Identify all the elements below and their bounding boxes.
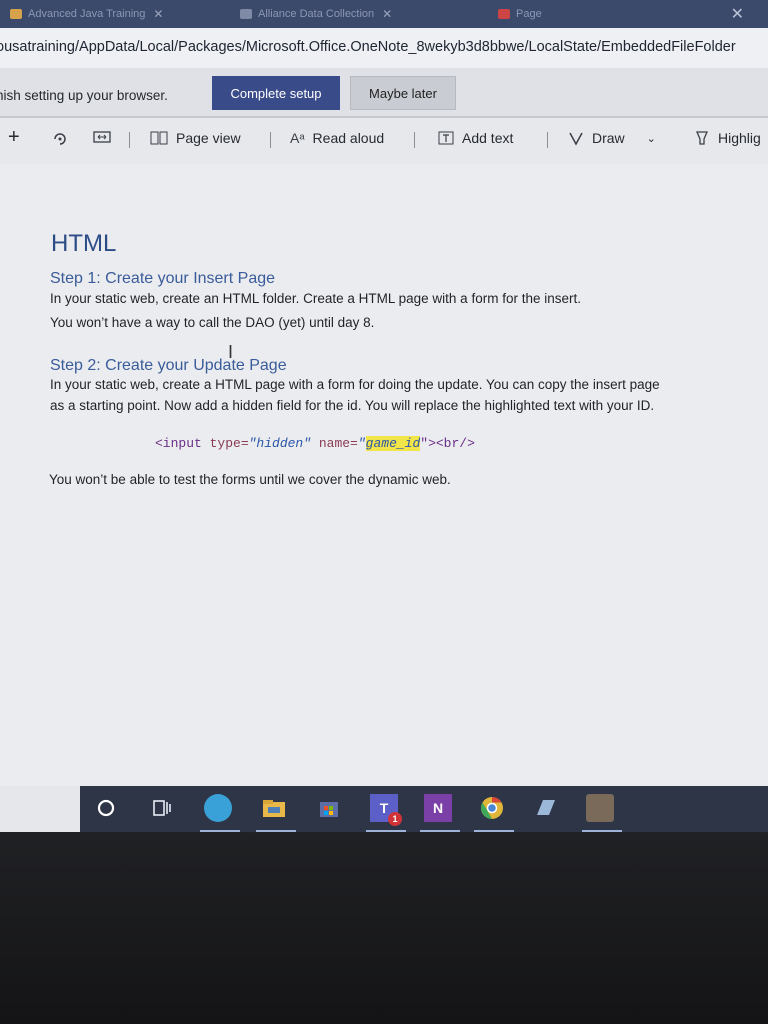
page-view-button[interactable]: Page view [150, 130, 241, 146]
code-tag-close: "><br/> [420, 436, 475, 451]
notification-badge: 1 [388, 812, 402, 826]
search-circle-icon [97, 799, 115, 817]
chrome-icon[interactable] [478, 794, 506, 822]
code-attr-name: name= [311, 436, 358, 451]
toolbar-divider [547, 132, 548, 148]
page-view-label: Page view [176, 130, 241, 146]
draw-label: Draw [592, 130, 625, 146]
complete-setup-button[interactable]: Complete setup [212, 76, 340, 110]
monitor-bezel [0, 832, 768, 1024]
taskbar: T 1 N [80, 786, 768, 832]
draw-button[interactable]: Draw ⌄ [568, 130, 656, 146]
footer-note: You won’t be able to test the forms unti… [49, 472, 451, 487]
tab-label: Page [516, 8, 542, 20]
toolbar-divider [129, 132, 130, 148]
file-explorer-icon[interactable] [260, 794, 288, 822]
edge-icon[interactable] [204, 794, 232, 822]
code-tag-open: <input [155, 436, 210, 451]
browser-tab[interactable]: Alliance Data Collection ✕ [240, 2, 490, 26]
highlighted-id-text: game_id [365, 436, 421, 451]
zoom-in-button[interactable]: + [8, 126, 20, 149]
teams-letter: T [379, 800, 389, 816]
pdf-icon [498, 9, 510, 19]
onenote-icon[interactable]: N [424, 794, 452, 822]
tab-favicon-icon [240, 9, 252, 19]
maybe-later-button[interactable]: Maybe later [350, 76, 456, 110]
add-text-button[interactable]: Add text [438, 130, 513, 146]
step1-text-line2: You won’t have a way to call the DAO (ye… [50, 315, 375, 330]
tab-label: Advanced Java Training [28, 8, 146, 20]
app-shape [537, 800, 555, 815]
step2-text-line1: In your static web, create a HTML page w… [50, 377, 660, 392]
step1-heading: Step 1: Create your Insert Page [50, 270, 276, 287]
store-bag-shape [320, 802, 338, 817]
highlight-label: Highlig [718, 130, 761, 146]
task-view-button[interactable] [148, 794, 176, 822]
reader-toolbar: + Page view Aᵃ Read aloud Add text Draw … [0, 118, 768, 165]
page-view-icon [150, 131, 168, 145]
browser-tab-active[interactable]: Page [498, 2, 618, 26]
toolbar-divider [414, 132, 415, 148]
code-quote: " [357, 436, 366, 451]
pen-icon [569, 132, 583, 146]
tab-close-icon[interactable]: ✕ [382, 7, 392, 21]
browser-tab-strip: Advanced Java Training ✕ Alliance Data C… [0, 0, 768, 28]
read-aloud-icon: Aᵃ [290, 130, 305, 146]
toolbar-divider [270, 132, 271, 148]
screen: Advanced Java Training ✕ Alliance Data C… [0, 0, 768, 832]
app-icon[interactable] [532, 794, 560, 822]
add-text-label: Add text [462, 130, 514, 146]
tab-label: Alliance Data Collection [258, 8, 375, 20]
address-bar[interactable]: ousatraining/AppData/Local/Packages/Micr… [0, 28, 768, 69]
task-view-icon [153, 800, 171, 816]
window-close-icon[interactable]: ✕ [731, 4, 744, 24]
code-snippet: <input type="hidden" name="game_id"><br/… [155, 436, 475, 451]
teams-icon[interactable]: T 1 [370, 794, 402, 826]
fit-page-button[interactable] [93, 130, 111, 144]
plus-icon: + [8, 126, 20, 148]
banner-message: nish setting up your browser. [0, 88, 168, 103]
step1-text-line1: In your static web, create an HTML folde… [50, 291, 581, 306]
app2-icon[interactable] [586, 794, 614, 822]
browser-tab[interactable]: Advanced Java Training ✕ [10, 2, 200, 26]
text-cursor-icon: I [228, 342, 234, 362]
read-aloud-label: Read aloud [312, 130, 385, 146]
fit-to-width-icon [93, 131, 111, 143]
text-box-icon [438, 131, 454, 145]
highlight-button[interactable]: Highlig [694, 130, 761, 146]
tab-close-icon[interactable]: ✕ [153, 7, 163, 21]
chevron-down-icon[interactable]: ⌄ [647, 132, 656, 145]
rotate-button[interactable] [52, 130, 68, 146]
onenote-letter: N [432, 800, 444, 816]
tab-favicon-icon [10, 9, 22, 19]
chrome-logo [481, 797, 503, 819]
step2-heading: Step 2: Create your Update Page [50, 357, 287, 374]
read-aloud-button[interactable]: Aᵃ Read aloud [290, 130, 384, 146]
search-button[interactable] [92, 794, 120, 822]
document-page: HTML Step 1: Create your Insert Page In … [0, 164, 768, 786]
document-title: HTML [51, 230, 117, 257]
code-value-hidden: "hidden" [248, 436, 312, 451]
highlighter-icon [696, 131, 708, 145]
url-text[interactable]: ousatraining/AppData/Local/Packages/Micr… [0, 39, 736, 55]
step2-text-line2: as a starting point. Now add a hidden fi… [50, 398, 655, 413]
setup-banner: nish setting up your browser. Complete s… [0, 68, 768, 118]
folder-shape [263, 800, 285, 817]
rotate-icon [54, 133, 66, 145]
code-attr-type: type= [209, 436, 249, 451]
store-icon[interactable] [315, 794, 343, 822]
